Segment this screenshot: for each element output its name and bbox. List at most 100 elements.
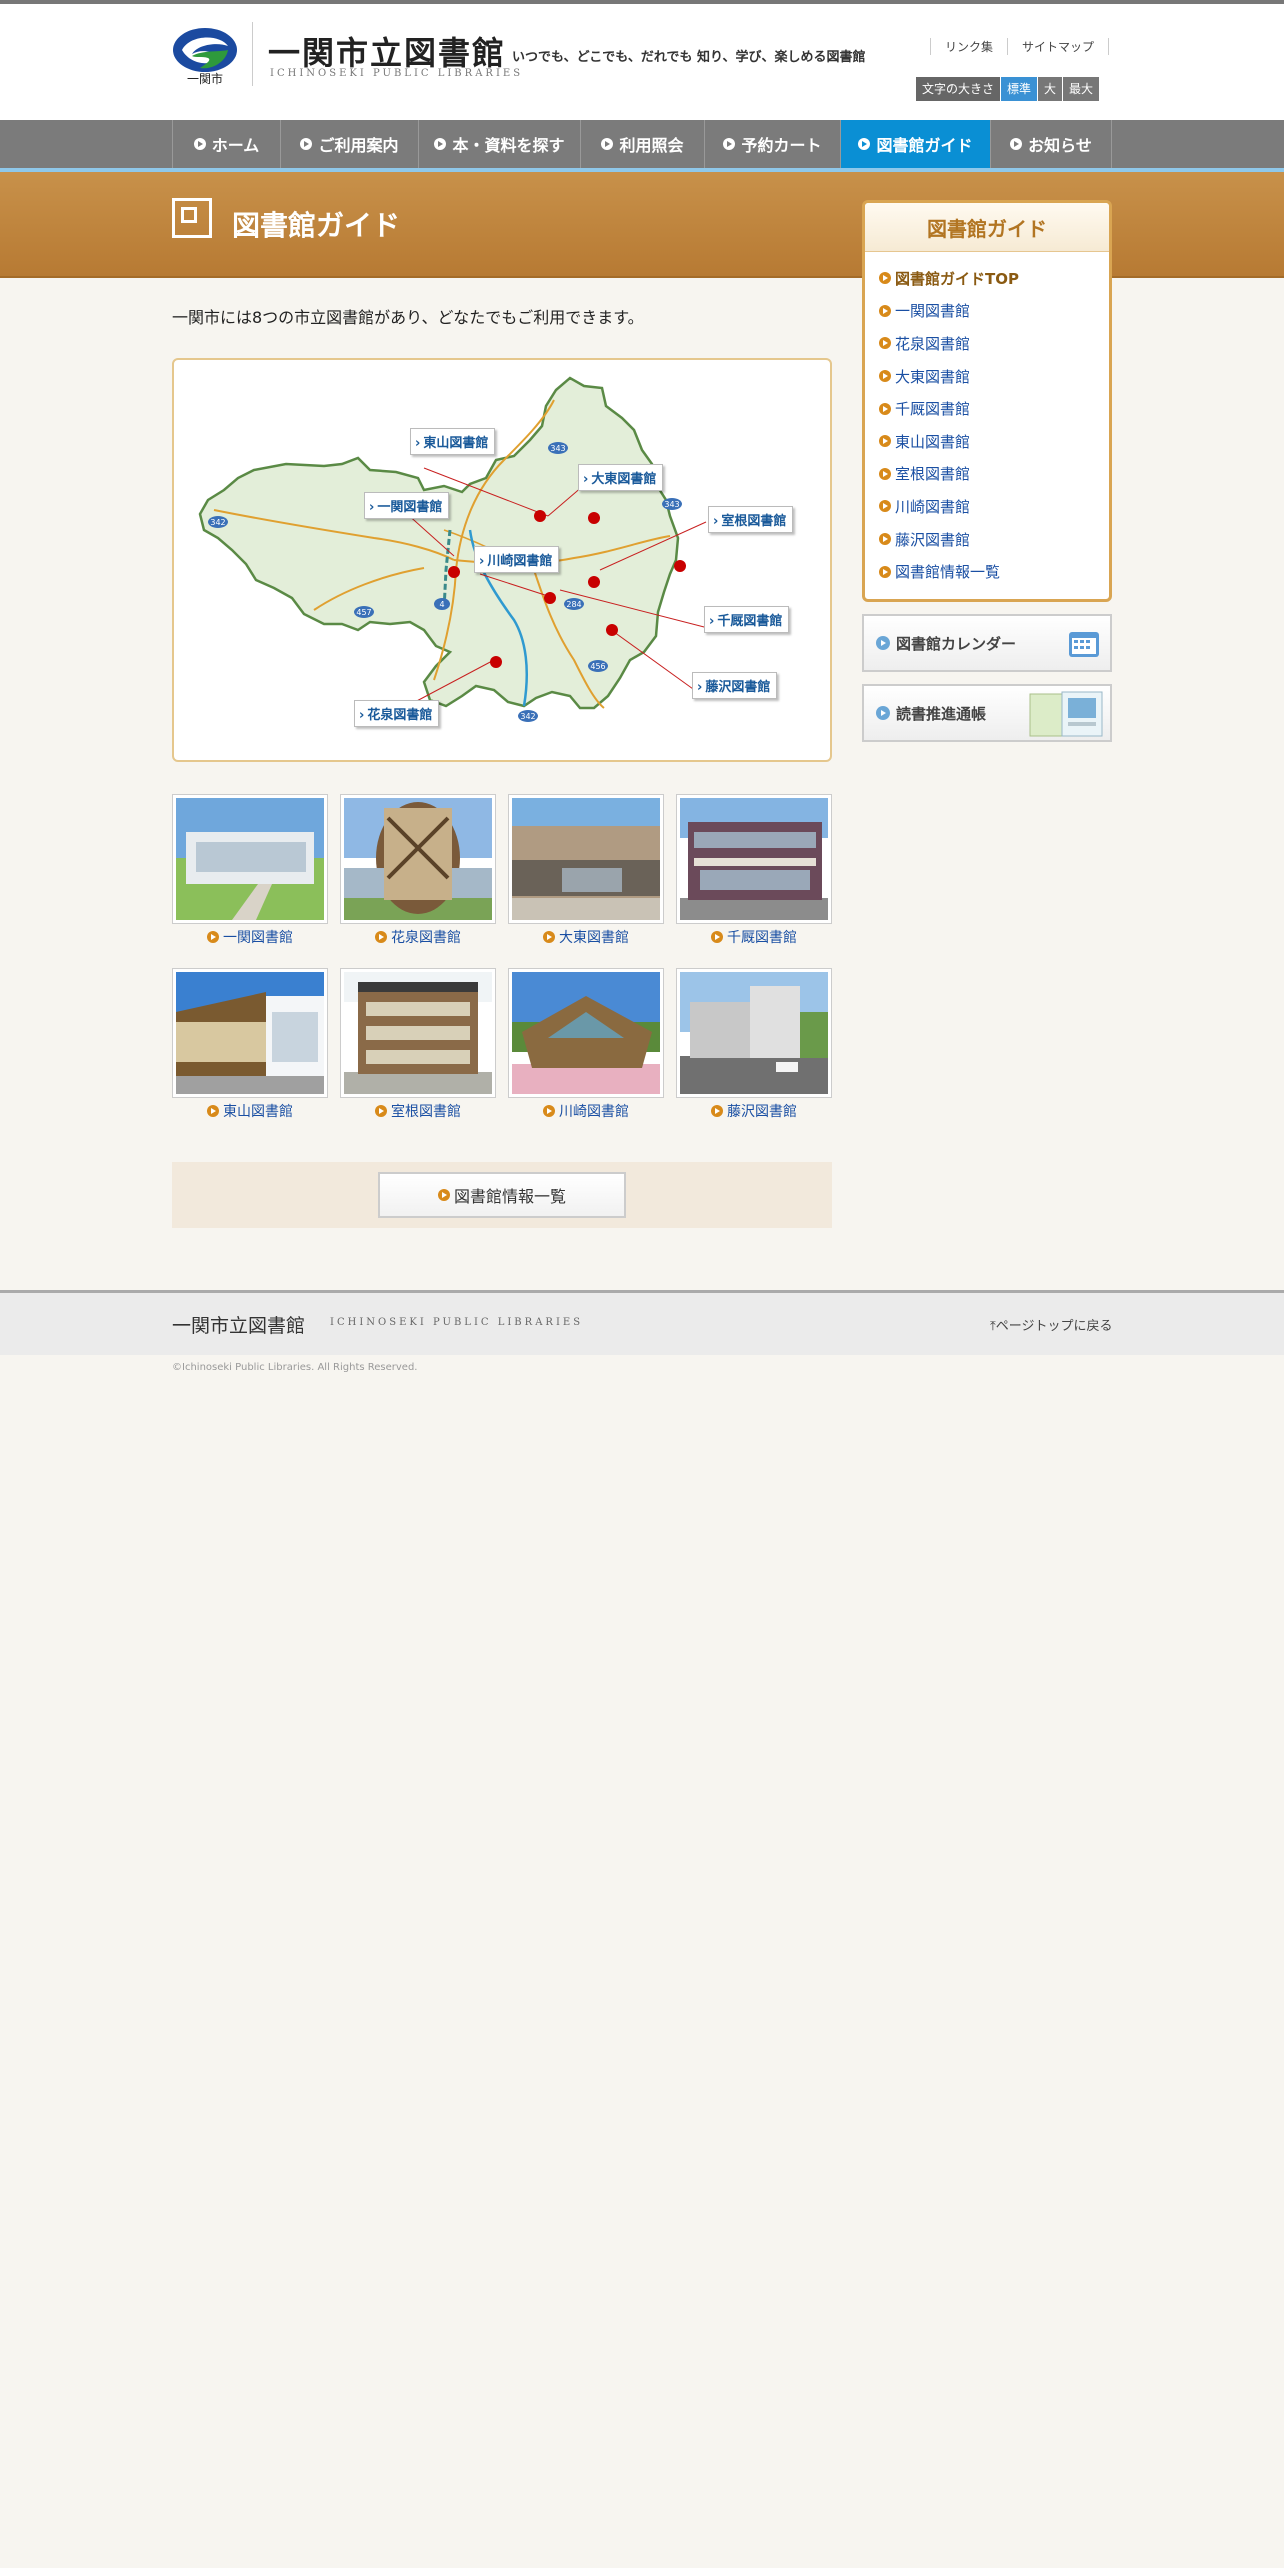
nav-search-books[interactable]: 本・資料を探す [418,120,580,168]
map-label-murone[interactable]: 室根図書館 [708,506,794,533]
library-card-murone[interactable]: 室根図書館 [340,968,496,1128]
arrow-bullet-icon [879,272,891,285]
library-photo[interactable] [340,968,496,1098]
map-label-senmaya[interactable]: 千厩図書館 [704,606,790,633]
arrow-circle-icon [1010,138,1023,150]
sidebar-item-guide-top[interactable]: 図書館ガイドTOP [879,262,1109,295]
site-footer: 一関市立図書館 ICHINOSEKI PUBLIC LIBRARIES ⤒ページ… [0,1293,1284,1355]
sidebar-item-daito[interactable]: 大東図書館 [879,360,1109,393]
murone-building-image [344,972,492,1094]
map-label-hanaizumi[interactable]: 花泉図書館 [354,700,440,727]
font-size-standard-button[interactable]: 標準 [1001,77,1038,101]
map-pin-daito [588,512,600,524]
footer-subtitle: ICHINOSEKI PUBLIC LIBRARIES [330,1317,584,1328]
map-label-daito[interactable]: 大東図書館 [578,464,664,491]
arrow-bullet-icon [207,931,219,943]
library-card-kawasaki[interactable]: 川崎図書館 [508,968,664,1128]
library-card-daito[interactable]: 大東図書館 [508,794,664,954]
site-subtitle: ICHINOSEKI PUBLIC LIBRARIES [270,68,524,79]
library-card-senmaya[interactable]: 千厩図書館 [676,794,832,954]
logo-divider [252,22,253,86]
library-photo[interactable] [172,968,328,1098]
road-sign-342-west: 342 [208,516,228,528]
sidebar-item-fujisawa[interactable]: 藤沢図書館 [879,523,1109,556]
arrow-bullet-icon [879,370,891,383]
sidebar-item-higashiyama[interactable]: 東山図書館 [879,425,1109,458]
sidebar-item-senmaya[interactable]: 千厩図書館 [879,392,1109,425]
arrow-bullet-icon [375,931,387,943]
info-bar: 図書館情報一覧 [172,1162,832,1228]
passbook-icon [1029,691,1103,737]
senmaya-building-image [680,798,828,920]
kawasaki-building-image [512,972,660,1094]
map-pin-hanaizumi [490,656,502,668]
library-link[interactable]: 東山図書館 [223,1104,293,1120]
building-icon [172,198,212,238]
library-card-higashiyama[interactable]: 東山図書館 [172,968,328,1128]
library-link[interactable]: 花泉図書館 [391,930,461,946]
library-link[interactable]: 大東図書館 [559,930,629,946]
map-label-fujisawa[interactable]: 藤沢図書館 [692,672,778,699]
sitemap-link[interactable]: サイトマップ [1007,38,1110,55]
map-label-higashiyama[interactable]: 東山図書館 [410,428,496,455]
arrow-bullet-icon [711,1105,723,1117]
arrow-circle-icon [300,138,313,150]
sidebar-item-ichinoseki[interactable]: 一関図書館 [879,295,1109,328]
map-label-kawasaki[interactable]: 川崎図書館 [474,546,560,573]
arrow-bullet-icon [879,533,891,546]
arrow-circle-icon [876,706,890,720]
site-tagline: いつでも、どこでも、だれでも 知り、学び、楽しめる図書館 [512,50,866,65]
library-card-ichinoseki[interactable]: 一関図書館 [172,794,328,954]
library-card-fujisawa[interactable]: 藤沢図書館 [676,968,832,1128]
svg-text:457: 457 [356,608,371,617]
library-photo[interactable] [172,794,328,924]
library-photo[interactable] [508,968,664,1098]
nav-reservation-cart[interactable]: 予約カート [704,120,840,168]
library-photo[interactable] [676,968,832,1098]
library-card-hanaizumi[interactable]: 花泉図書館 [340,794,496,954]
calendar-icon [1069,632,1099,657]
arrow-circle-icon [876,636,890,650]
arrow-bullet-icon [879,402,891,415]
library-link[interactable]: 川崎図書館 [559,1104,629,1120]
library-photo[interactable] [676,794,832,924]
nav-news[interactable]: お知らせ [990,120,1112,168]
svg-text:343: 343 [664,500,679,509]
library-photo[interactable] [508,794,664,924]
library-info-list-button[interactable]: 図書館情報一覧 [378,1172,626,1218]
sidebar-title: 図書館ガイド [865,203,1109,252]
higashiyama-building-image [176,972,324,1094]
library-link[interactable]: 千厩図書館 [727,930,797,946]
nav-home[interactable]: ホーム [172,120,280,168]
svg-text:284: 284 [566,600,581,609]
page-top-link[interactable]: ⤒ページトップに戻る [990,1315,1113,1334]
svg-text:342: 342 [210,518,225,527]
link-collection-link[interactable]: リンク集 [930,38,1007,55]
arrow-circle-icon [193,138,206,150]
library-link[interactable]: 室根図書館 [391,1104,461,1120]
road-sign-343-north: 343 [548,442,568,454]
arrow-bullet-icon [437,1189,450,1201]
font-size-large-button[interactable]: 大 [1038,77,1063,101]
library-link[interactable]: 藤沢図書館 [727,1104,797,1120]
sidebar-item-kawasaki[interactable]: 川崎図書館 [879,490,1109,523]
reading-passbook-button[interactable]: 読書推進通帳 [862,684,1112,742]
map-label-ichinoseki[interactable]: 一関図書館 [364,492,450,519]
nav-library-guide[interactable]: 図書館ガイド [840,120,990,168]
global-nav: ホーム ご利用案内 本・資料を探す 利用照会 予約カート 図書館ガイド お知らせ [0,120,1284,168]
library-photo[interactable] [340,794,496,924]
fujisawa-building-image [680,972,828,1094]
nav-account-inquiry[interactable]: 利用照会 [580,120,704,168]
sidebar-item-hanaizumi[interactable]: 花泉図書館 [879,327,1109,360]
site-header: 一関市 一関市立図書館 ICHINOSEKI PUBLIC LIBRARIES … [0,4,1284,120]
library-map: 343 342 343 4 457 284 456 342 東山図書館 大東図書… [172,358,832,762]
arrow-circle-icon [434,138,447,150]
library-link[interactable]: 一関図書館 [223,930,293,946]
font-size-largest-button[interactable]: 最大 [1063,77,1100,101]
arrow-bullet-icon [879,500,891,513]
sidebar-item-info-list[interactable]: 図書館情報一覧 [879,555,1109,588]
sidebar-item-murone[interactable]: 室根図書館 [879,458,1109,491]
library-calendar-button[interactable]: 図書館カレンダー [862,614,1112,672]
nav-usage-guide[interactable]: ご利用案内 [280,120,418,168]
arrow-circle-icon [723,138,736,150]
